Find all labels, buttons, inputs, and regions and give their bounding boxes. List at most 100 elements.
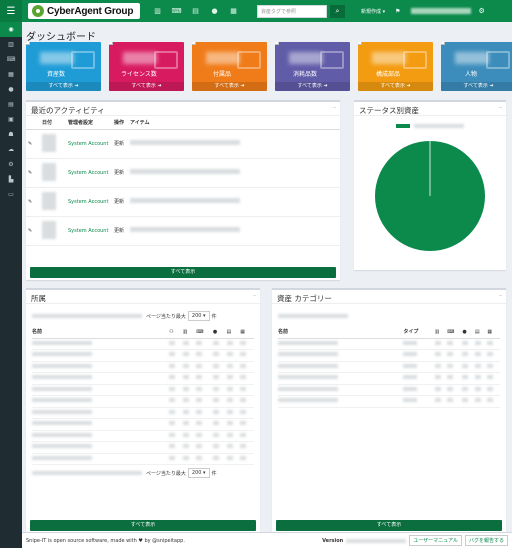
barcode-icon[interactable]: ▥ <box>0 37 22 52</box>
collapse-icon[interactable]: – <box>333 104 336 111</box>
table-cell <box>462 395 475 408</box>
table-row[interactable] <box>278 372 500 385</box>
dashboard-icon[interactable]: ◉ <box>0 22 22 37</box>
table-row[interactable] <box>278 395 500 408</box>
barcode-icon[interactable]: ▥ <box>182 326 197 339</box>
report-bug-button[interactable]: バグを報告する <box>464 535 508 546</box>
server-icon[interactable]: ▦ <box>487 326 500 339</box>
cloud-icon[interactable]: ☁ <box>0 142 22 157</box>
table-row[interactable] <box>32 407 254 419</box>
chart-icon[interactable]: ▙ <box>0 172 22 187</box>
hdd-icon[interactable]: ▤ <box>474 326 488 339</box>
item-link[interactable] <box>128 129 340 159</box>
redacted-value <box>462 375 469 380</box>
column-header-action[interactable]: 操作 <box>112 116 128 130</box>
column-header-name[interactable]: 名前 <box>278 326 404 339</box>
settings-icon[interactable]: ⚙ <box>0 157 22 172</box>
redacted-value <box>434 352 441 357</box>
admin-link[interactable]: System Account <box>66 129 112 159</box>
table-row[interactable] <box>32 418 254 431</box>
item-link[interactable] <box>128 216 340 246</box>
keyboard-icon[interactable]: ⌨ <box>0 52 22 67</box>
column-header-item[interactable]: アイテム <box>128 116 340 130</box>
keyboard-icon[interactable]: ⌨ <box>196 326 213 339</box>
tile-consumables[interactable]: 消耗品数 すべて表示 ➜ <box>275 42 350 91</box>
column-header-date[interactable]: 日付 <box>40 116 66 130</box>
table-row[interactable] <box>278 338 500 350</box>
per-page-select[interactable]: 200 ▾ <box>187 311 210 321</box>
keyboard-icon[interactable]: ⌨ <box>167 0 186 22</box>
hdd-icon[interactable]: ▤ <box>226 326 241 339</box>
table-row[interactable] <box>278 361 500 373</box>
item-link[interactable] <box>128 158 340 188</box>
admin-link[interactable]: System Account <box>66 216 112 246</box>
table-row[interactable] <box>32 384 254 396</box>
tile-people[interactable]: 人物 すべて表示 ➜ <box>441 42 512 91</box>
table-row[interactable] <box>32 361 254 373</box>
users-icon[interactable]: ⚇ <box>169 326 183 339</box>
table-cell <box>240 453 254 465</box>
table-row[interactable] <box>278 384 500 396</box>
laptop-icon[interactable]: ▭ <box>0 187 22 202</box>
sidebar-toggle-icon[interactable]: ☰ <box>0 0 22 22</box>
gears-icon[interactable]: ⚙ <box>479 7 485 15</box>
hdd-icon[interactable]: ▤ <box>186 0 205 22</box>
tile-view-all-link[interactable]: すべて表示 ➜ <box>275 82 350 91</box>
table-cell <box>169 453 183 465</box>
image-icon[interactable]: ▣ <box>0 112 22 127</box>
table-row[interactable] <box>32 338 254 350</box>
tile-components[interactable]: 構成部品 すべて表示 ➜ <box>358 42 433 91</box>
tile-assets[interactable]: 資産数 すべて表示 ➜ <box>26 42 101 91</box>
flag-icon[interactable]: ⚑ <box>395 8 400 15</box>
create-new-dropdown[interactable]: 新規作成 ▾ <box>361 8 385 15</box>
server-icon[interactable]: ▦ <box>224 0 243 22</box>
table-cell <box>462 372 475 385</box>
per-page-select[interactable]: 200 ▾ <box>187 468 210 478</box>
admin-link[interactable]: System Account <box>66 158 112 188</box>
column-header-type[interactable]: タイプ <box>403 326 435 339</box>
tile-view-all-link[interactable]: すべて表示 ➜ <box>441 82 512 91</box>
server-icon[interactable]: ▦ <box>240 326 254 339</box>
table-row[interactable] <box>32 349 254 362</box>
barcode-icon[interactable]: ▥ <box>434 326 448 339</box>
hdd-icon[interactable]: ▤ <box>0 97 22 112</box>
barcode-icon[interactable]: ▥ <box>148 0 167 22</box>
server-icon[interactable]: ▦ <box>0 67 22 82</box>
redacted-value <box>212 432 219 437</box>
asset-tag-search-input[interactable]: 資産タグで参照 <box>257 4 327 18</box>
tile-view-all-link[interactable]: すべて表示 ➜ <box>26 82 101 91</box>
tile-view-all-link[interactable]: すべて表示 ➜ <box>358 82 433 91</box>
tile-view-all-link[interactable]: すべて表示 ➜ <box>192 82 267 91</box>
table-cell <box>196 418 213 431</box>
column-header-name[interactable]: 名前 <box>32 326 169 339</box>
tile-accessories[interactable]: 付属品 すべて表示 ➜ <box>192 42 267 91</box>
item-link[interactable] <box>128 187 340 217</box>
table-row[interactable] <box>32 441 254 454</box>
user-menu[interactable] <box>410 8 471 14</box>
collapse-icon[interactable]: – <box>499 104 502 111</box>
table-row[interactable] <box>278 349 500 362</box>
collapse-icon[interactable]: – <box>253 292 256 299</box>
brand-logo[interactable]: CyberAgent Group <box>28 3 140 19</box>
tile-view-all-link[interactable]: すべて表示 ➜ <box>109 82 184 91</box>
activity-view-all-button[interactable]: すべて表示 <box>30 267 336 278</box>
locations-view-all-button[interactable]: すべて表示 <box>30 520 256 531</box>
table-row[interactable] <box>32 372 254 385</box>
search-button[interactable]: ⌕ <box>330 4 345 18</box>
users-icon[interactable]: ☗ <box>0 127 22 142</box>
tile-licenses[interactable]: ライセンス数 すべて表示 ➜ <box>109 42 184 91</box>
tint-icon[interactable]: ● <box>205 0 224 22</box>
tint-icon[interactable]: ● <box>212 326 227 339</box>
collapse-icon[interactable]: – <box>499 292 502 299</box>
table-row[interactable] <box>32 430 254 442</box>
table-row[interactable] <box>32 453 254 465</box>
table-row[interactable] <box>32 395 254 408</box>
tint-icon[interactable]: ● <box>0 82 22 97</box>
tint-icon[interactable]: ● <box>462 326 475 339</box>
redacted-value <box>226 409 233 414</box>
column-header-admin[interactable]: 管理者設定 <box>66 116 112 130</box>
user-manual-button[interactable]: ユーザーマニュアル <box>409 535 462 546</box>
keyboard-icon[interactable]: ⌨ <box>447 326 463 339</box>
admin-link[interactable]: System Account <box>66 187 112 217</box>
categories-view-all-button[interactable]: すべて表示 <box>276 520 502 531</box>
